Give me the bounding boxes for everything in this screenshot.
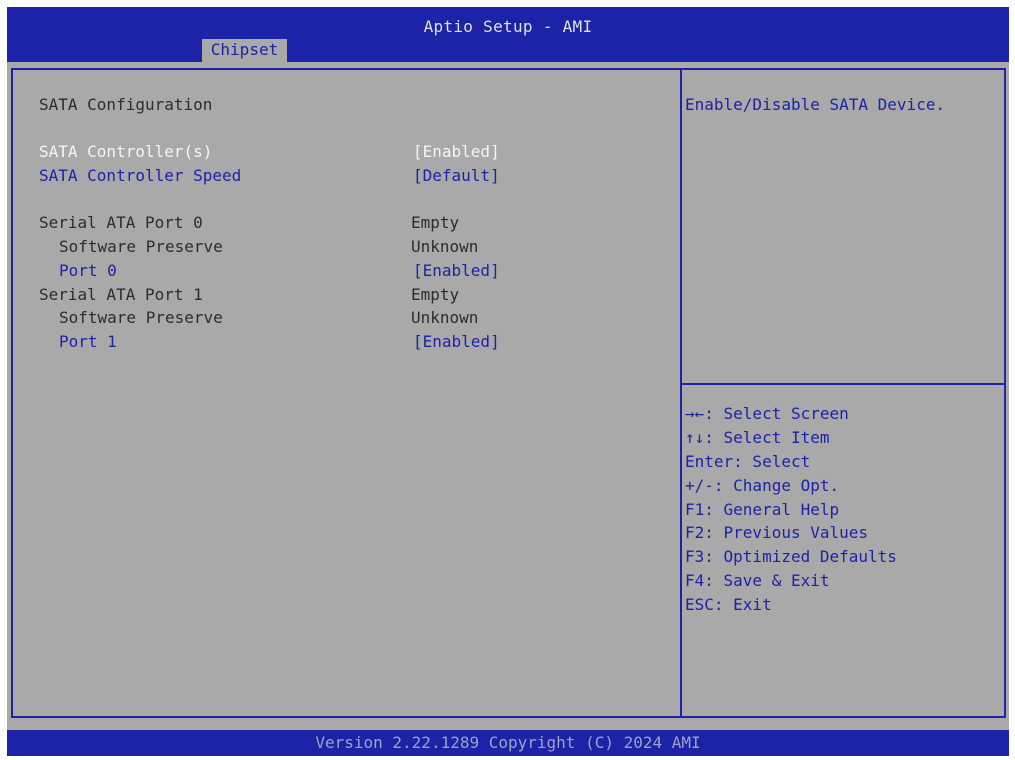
- key-hint-save-exit: F4: Save & Exit: [685, 571, 830, 590]
- key-hint-general-help: F1: General Help: [685, 500, 840, 519]
- key-hint-exit: ESC: Exit: [685, 595, 772, 614]
- key-hint-change-opt: +/-: Change Opt.: [685, 476, 840, 495]
- setting-value: [Enabled]: [413, 261, 500, 280]
- setting-value: [Default]: [413, 166, 500, 185]
- panel-divider: [680, 70, 682, 716]
- key-hint-enter: Enter: Select: [685, 452, 811, 471]
- setting-value: [Enabled]: [413, 332, 500, 351]
- info-label: Serial ATA Port 0: [39, 213, 203, 232]
- key-hint-optimized-defaults: F3: Optimized Defaults: [685, 547, 897, 566]
- help-divider: [682, 383, 1006, 385]
- info-value: Unknown: [411, 237, 479, 256]
- info-label: Software Preserve: [59, 308, 223, 327]
- info-value: Unknown: [411, 308, 479, 327]
- version-footer: Version 2.22.1289 Copyright (C) 2024 AMI: [7, 730, 1009, 756]
- setting-label: Port 0: [59, 261, 117, 280]
- help-description: Enable/Disable SATA Device.: [685, 95, 946, 114]
- tab-chipset[interactable]: Chipset: [202, 39, 287, 62]
- bios-screen: Aptio Setup - AMI Chipset SATA Configura…: [7, 7, 1009, 756]
- key-hint-previous-values: F2: Previous Values: [685, 523, 869, 542]
- setting-value: [Enabled]: [413, 142, 500, 161]
- setting-label: Port 1: [59, 332, 117, 351]
- key-hint-select-item: ↑↓: Select Item: [685, 428, 830, 447]
- title-bar: Aptio Setup - AMI Chipset: [7, 7, 1009, 62]
- info-value: Empty: [411, 285, 460, 304]
- section-title: SATA Configuration: [39, 95, 213, 114]
- info-value: Empty: [411, 213, 460, 232]
- info-label: Serial ATA Port 1: [39, 285, 203, 304]
- key-hint-select-screen: →←: Select Screen: [685, 404, 849, 423]
- setting-label: SATA Controller Speed: [39, 166, 242, 185]
- main-frame: SATA Configuration SATA Controller(s) [E…: [11, 68, 1006, 718]
- setting-label: SATA Controller(s): [39, 142, 213, 161]
- app-title: Aptio Setup - AMI: [423, 17, 593, 36]
- info-label: Software Preserve: [59, 237, 223, 256]
